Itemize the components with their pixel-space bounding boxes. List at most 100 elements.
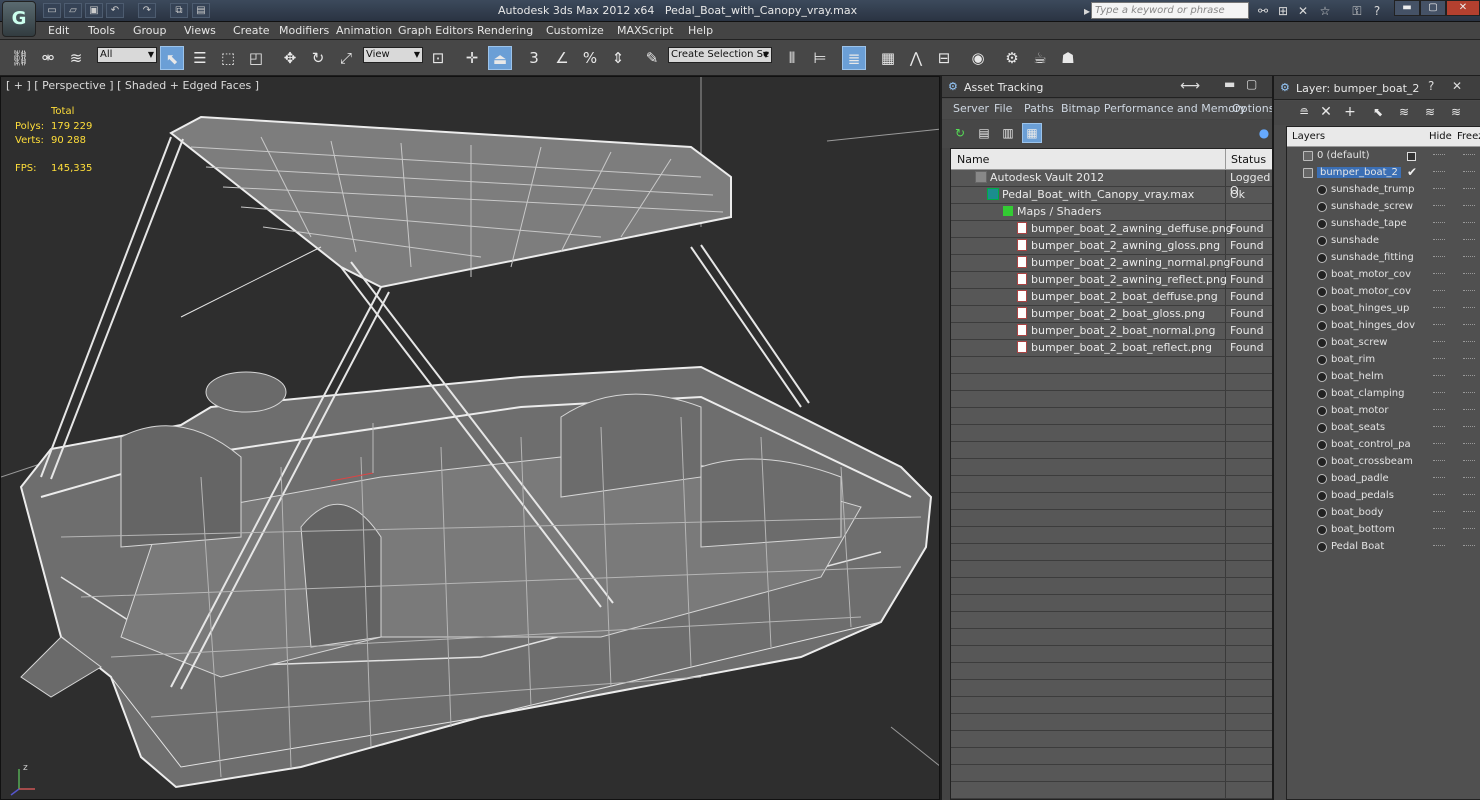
viewport-label[interactable]: [ + ] [ Perspective ] [ Shaded + Edged F…	[6, 79, 259, 92]
undo-icon[interactable]: ↶	[106, 3, 124, 18]
graphite-ribbon-icon[interactable]: ▦	[876, 46, 900, 70]
layer-manager-titlebar[interactable]: ⚙ Layer: bumper_boat_2 ? ✕	[1274, 76, 1480, 100]
menu-graph-editors[interactable]: Graph Editors	[398, 24, 474, 37]
hide-toggle[interactable]	[1433, 409, 1445, 412]
search-input[interactable]: Type a keyword or phrase	[1091, 2, 1249, 19]
mirror-icon[interactable]: ⫴	[780, 46, 804, 70]
maximize-button[interactable]: ▢	[1420, 0, 1446, 16]
perspective-viewport[interactable]: [ + ] [ Perspective ] [ Shaded + Edged F…	[0, 76, 940, 800]
asset-row[interactable]: Pedal_Boat_with_Canopy_vray.max Ok	[951, 187, 1273, 204]
close-button[interactable]: ✕	[1446, 0, 1480, 16]
menu-edit[interactable]: Edit	[48, 24, 69, 37]
delete-layer-icon[interactable]: ✕	[1316, 102, 1336, 122]
subscription-icon[interactable]: ⊞	[1274, 3, 1292, 19]
freeze-toggle[interactable]	[1463, 358, 1475, 361]
select-manipulate-icon[interactable]: ✛	[460, 46, 484, 70]
menu-help[interactable]: Help	[688, 24, 713, 37]
freeze-toggle[interactable]	[1463, 205, 1475, 208]
hold-icon[interactable]: ⧉	[170, 3, 188, 18]
layer-row[interactable]: sunshade	[1287, 233, 1480, 250]
rendered-frame-window-icon[interactable]: ☕	[1028, 46, 1052, 70]
hide-toggle[interactable]	[1433, 222, 1445, 225]
asset-menu-paths[interactable]: Paths	[1024, 102, 1054, 115]
column-header-freeze[interactable]: Freeze	[1457, 131, 1480, 142]
highlight-selected-icon[interactable]: ≋	[1394, 102, 1414, 122]
layer-row[interactable]: boat_motor_cov	[1287, 267, 1480, 284]
freeze-toggle[interactable]	[1463, 273, 1475, 276]
asset-row[interactable]: Autodesk Vault 2012 Logged O	[951, 170, 1273, 197]
hide-toggle[interactable]	[1433, 443, 1445, 446]
freeze-toggle[interactable]	[1463, 341, 1475, 344]
hide-toggle[interactable]	[1433, 341, 1445, 344]
layer-row[interactable]: boad_padle	[1287, 471, 1480, 488]
column-header-hide[interactable]: Hide	[1429, 131, 1452, 142]
create-layer-icon[interactable]: ≘	[1294, 102, 1314, 122]
asset-row[interactable]: bumper_boat_2_awning_reflect.png Found	[951, 272, 1273, 289]
layer-row[interactable]: boat_crossbeam	[1287, 454, 1480, 471]
percent-snap-icon[interactable]: %	[578, 46, 602, 70]
redo-icon[interactable]: ↷	[138, 3, 156, 18]
hide-toggle[interactable]	[1433, 205, 1445, 208]
binoculars-icon[interactable]: ⚯	[1254, 3, 1272, 19]
active-layer-check-icon[interactable]: ✔	[1407, 165, 1417, 179]
panel-restore-icon[interactable]: ▢	[1246, 77, 1257, 91]
schematic-view-icon[interactable]: ⊟	[932, 46, 956, 70]
menu-maxscript[interactable]: MAXScript	[617, 24, 673, 37]
asset-menu-bitmap-performance[interactable]: Bitmap Performance and Memory	[1061, 102, 1246, 115]
list-view-icon[interactable]: ▤	[974, 123, 994, 143]
freeze-toggle[interactable]	[1463, 545, 1475, 548]
freeze-toggle[interactable]	[1463, 460, 1475, 463]
hide-toggle[interactable]	[1433, 154, 1445, 157]
rotate-icon[interactable]: ↻	[306, 46, 330, 70]
freeze-all-layers-icon[interactable]: ≋	[1446, 102, 1466, 122]
asset-menu-file[interactable]: File	[994, 102, 1012, 115]
layer-row[interactable]: sunshade_trump	[1287, 182, 1480, 199]
help-icon[interactable]: ?	[1368, 3, 1386, 19]
asset-row[interactable]: bumper_boat_2_awning_deffuse.png Found	[951, 221, 1273, 238]
hide-toggle[interactable]	[1433, 528, 1445, 531]
menu-create[interactable]: Create	[233, 24, 270, 37]
curve-editor-icon[interactable]: ⋀	[904, 46, 928, 70]
named-selection-dropdown[interactable]: Create Selection Se ▼	[668, 47, 772, 63]
hide-toggle[interactable]	[1433, 188, 1445, 191]
menu-views[interactable]: Views	[184, 24, 216, 37]
freeze-toggle[interactable]	[1463, 426, 1475, 429]
layer-row[interactable]: boat_hinges_up	[1287, 301, 1480, 318]
spinner-snap-icon[interactable]: ⇕	[606, 46, 630, 70]
pivot-center-icon[interactable]: ⊡	[426, 46, 450, 70]
asset-row[interactable]: bumper_boat_2_boat_reflect.png Found	[951, 340, 1273, 357]
layer-row[interactable]: boat_hinges_dov	[1287, 318, 1480, 335]
column-header-name[interactable]: Name	[957, 153, 989, 166]
asset-row[interactable]: bumper_boat_2_boat_gloss.png Found	[951, 306, 1273, 323]
freeze-toggle[interactable]	[1463, 171, 1475, 174]
reference-coordinate-dropdown[interactable]: View ▼	[363, 47, 423, 63]
link-icon[interactable]: ⛓	[8, 46, 32, 70]
menu-modifiers[interactable]: Modifiers	[279, 24, 329, 37]
layer-row[interactable]: boat_motor	[1287, 403, 1480, 420]
help-icon[interactable]: ●	[1254, 123, 1274, 143]
hide-toggle[interactable]	[1433, 273, 1445, 276]
layer-row[interactable]: bumper_boat_2 ✔	[1287, 165, 1480, 182]
render-setup-icon[interactable]: ⚙	[1000, 46, 1024, 70]
angle-snap-icon[interactable]: ∠	[550, 46, 574, 70]
freeze-toggle[interactable]	[1463, 443, 1475, 446]
keyboard-shortcut-override-icon[interactable]: ⏏	[488, 46, 512, 70]
asset-menu-server[interactable]: Server	[953, 102, 989, 115]
hide-all-layers-icon[interactable]: ≋	[1420, 102, 1440, 122]
move-icon[interactable]: ✥	[278, 46, 302, 70]
layer-row[interactable]: sunshade_fitting	[1287, 250, 1480, 267]
layer-row[interactable]: boat_clamping	[1287, 386, 1480, 403]
selection-filter-dropdown[interactable]: All ▼	[97, 47, 157, 63]
layer-row[interactable]: 0 (default)	[1287, 148, 1480, 165]
menu-animation[interactable]: Animation	[336, 24, 392, 37]
freeze-toggle[interactable]	[1463, 307, 1475, 310]
freeze-toggle[interactable]	[1463, 375, 1475, 378]
current-layer-checkbox[interactable]	[1407, 152, 1416, 161]
hide-toggle[interactable]	[1433, 256, 1445, 259]
freeze-toggle[interactable]	[1463, 154, 1475, 157]
hide-toggle[interactable]	[1433, 460, 1445, 463]
save-icon[interactable]: ▣	[85, 3, 103, 18]
window-crossing-icon[interactable]: ◰	[244, 46, 268, 70]
freeze-toggle[interactable]	[1463, 324, 1475, 327]
layer-row[interactable]: boad_pedals	[1287, 488, 1480, 505]
